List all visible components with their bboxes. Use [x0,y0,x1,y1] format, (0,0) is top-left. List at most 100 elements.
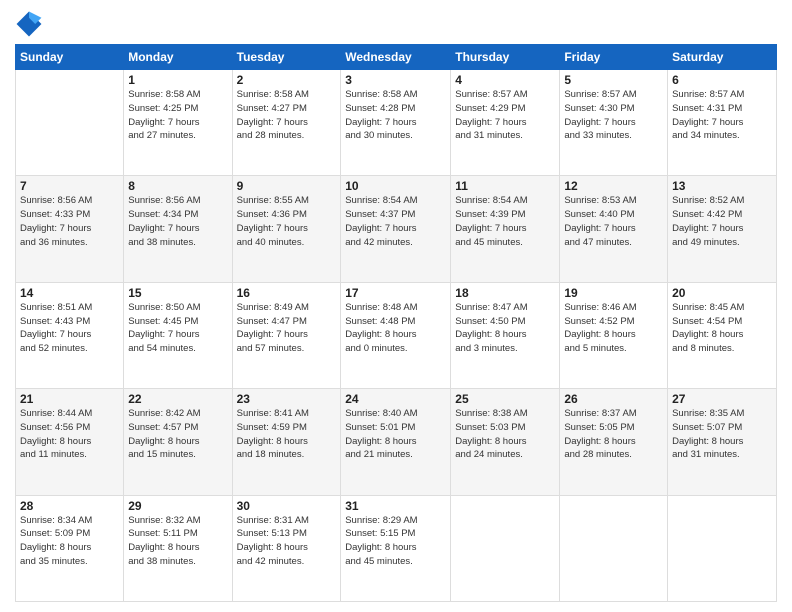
day-info: Sunrise: 8:42 AM Sunset: 4:57 PM Dayligh… [128,407,227,462]
calendar-cell: 14Sunrise: 8:51 AM Sunset: 4:43 PM Dayli… [16,282,124,388]
calendar-cell: 12Sunrise: 8:53 AM Sunset: 4:40 PM Dayli… [560,176,668,282]
calendar-cell: 7Sunrise: 8:56 AM Sunset: 4:33 PM Daylig… [16,176,124,282]
day-number: 10 [345,179,446,193]
day-number: 3 [345,73,446,87]
calendar-cell: 18Sunrise: 8:47 AM Sunset: 4:50 PM Dayli… [451,282,560,388]
day-info: Sunrise: 8:34 AM Sunset: 5:09 PM Dayligh… [20,514,119,569]
day-number: 1 [128,73,227,87]
calendar-week-row: 14Sunrise: 8:51 AM Sunset: 4:43 PM Dayli… [16,282,777,388]
page: SundayMondayTuesdayWednesdayThursdayFrid… [0,0,792,612]
calendar-cell: 6Sunrise: 8:57 AM Sunset: 4:31 PM Daylig… [668,70,777,176]
calendar-cell: 30Sunrise: 8:31 AM Sunset: 5:13 PM Dayli… [232,495,341,601]
day-number: 30 [237,499,337,513]
calendar-cell: 22Sunrise: 8:42 AM Sunset: 4:57 PM Dayli… [124,389,232,495]
logo-icon [15,10,43,38]
calendar-cell: 20Sunrise: 8:45 AM Sunset: 4:54 PM Dayli… [668,282,777,388]
calendar-cell [451,495,560,601]
calendar-cell: 11Sunrise: 8:54 AM Sunset: 4:39 PM Dayli… [451,176,560,282]
header [15,10,777,38]
calendar-cell: 9Sunrise: 8:55 AM Sunset: 4:36 PM Daylig… [232,176,341,282]
calendar-cell: 29Sunrise: 8:32 AM Sunset: 5:11 PM Dayli… [124,495,232,601]
day-info: Sunrise: 8:49 AM Sunset: 4:47 PM Dayligh… [237,301,337,356]
calendar-cell: 31Sunrise: 8:29 AM Sunset: 5:15 PM Dayli… [341,495,451,601]
day-number: 28 [20,499,119,513]
day-number: 2 [237,73,337,87]
calendar-cell: 13Sunrise: 8:52 AM Sunset: 4:42 PM Dayli… [668,176,777,282]
calendar-cell: 5Sunrise: 8:57 AM Sunset: 4:30 PM Daylig… [560,70,668,176]
day-info: Sunrise: 8:46 AM Sunset: 4:52 PM Dayligh… [564,301,663,356]
calendar-header-row: SundayMondayTuesdayWednesdayThursdayFrid… [16,45,777,70]
day-info: Sunrise: 8:50 AM Sunset: 4:45 PM Dayligh… [128,301,227,356]
day-number: 16 [237,286,337,300]
day-info: Sunrise: 8:58 AM Sunset: 4:25 PM Dayligh… [128,88,227,143]
day-number: 26 [564,392,663,406]
calendar-cell: 17Sunrise: 8:48 AM Sunset: 4:48 PM Dayli… [341,282,451,388]
calendar-week-row: 7Sunrise: 8:56 AM Sunset: 4:33 PM Daylig… [16,176,777,282]
day-info: Sunrise: 8:56 AM Sunset: 4:34 PM Dayligh… [128,194,227,249]
weekday-header-friday: Friday [560,45,668,70]
day-number: 20 [672,286,772,300]
day-info: Sunrise: 8:51 AM Sunset: 4:43 PM Dayligh… [20,301,119,356]
calendar-cell: 27Sunrise: 8:35 AM Sunset: 5:07 PM Dayli… [668,389,777,495]
calendar-cell: 3Sunrise: 8:58 AM Sunset: 4:28 PM Daylig… [341,70,451,176]
day-number: 17 [345,286,446,300]
day-number: 23 [237,392,337,406]
day-number: 24 [345,392,446,406]
day-info: Sunrise: 8:29 AM Sunset: 5:15 PM Dayligh… [345,514,446,569]
day-info: Sunrise: 8:35 AM Sunset: 5:07 PM Dayligh… [672,407,772,462]
weekday-header-tuesday: Tuesday [232,45,341,70]
day-number: 18 [455,286,555,300]
day-info: Sunrise: 8:45 AM Sunset: 4:54 PM Dayligh… [672,301,772,356]
day-number: 8 [128,179,227,193]
day-number: 29 [128,499,227,513]
calendar-cell: 1Sunrise: 8:58 AM Sunset: 4:25 PM Daylig… [124,70,232,176]
calendar-cell [560,495,668,601]
day-number: 27 [672,392,772,406]
day-info: Sunrise: 8:58 AM Sunset: 4:27 PM Dayligh… [237,88,337,143]
calendar-cell: 4Sunrise: 8:57 AM Sunset: 4:29 PM Daylig… [451,70,560,176]
weekday-header-monday: Monday [124,45,232,70]
day-info: Sunrise: 8:38 AM Sunset: 5:03 PM Dayligh… [455,407,555,462]
day-number: 19 [564,286,663,300]
calendar-cell: 24Sunrise: 8:40 AM Sunset: 5:01 PM Dayli… [341,389,451,495]
day-info: Sunrise: 8:41 AM Sunset: 4:59 PM Dayligh… [237,407,337,462]
day-number: 25 [455,392,555,406]
day-number: 31 [345,499,446,513]
calendar-cell: 10Sunrise: 8:54 AM Sunset: 4:37 PM Dayli… [341,176,451,282]
day-info: Sunrise: 8:37 AM Sunset: 5:05 PM Dayligh… [564,407,663,462]
calendar-cell [16,70,124,176]
day-info: Sunrise: 8:54 AM Sunset: 4:39 PM Dayligh… [455,194,555,249]
calendar-cell: 21Sunrise: 8:44 AM Sunset: 4:56 PM Dayli… [16,389,124,495]
day-number: 11 [455,179,555,193]
day-number: 4 [455,73,555,87]
calendar-cell: 19Sunrise: 8:46 AM Sunset: 4:52 PM Dayli… [560,282,668,388]
day-number: 21 [20,392,119,406]
day-info: Sunrise: 8:55 AM Sunset: 4:36 PM Dayligh… [237,194,337,249]
calendar-cell: 23Sunrise: 8:41 AM Sunset: 4:59 PM Dayli… [232,389,341,495]
day-number: 15 [128,286,227,300]
day-number: 14 [20,286,119,300]
day-info: Sunrise: 8:57 AM Sunset: 4:30 PM Dayligh… [564,88,663,143]
calendar-cell: 2Sunrise: 8:58 AM Sunset: 4:27 PM Daylig… [232,70,341,176]
calendar-cell: 8Sunrise: 8:56 AM Sunset: 4:34 PM Daylig… [124,176,232,282]
weekday-header-sunday: Sunday [16,45,124,70]
day-info: Sunrise: 8:57 AM Sunset: 4:29 PM Dayligh… [455,88,555,143]
day-info: Sunrise: 8:52 AM Sunset: 4:42 PM Dayligh… [672,194,772,249]
calendar-cell: 28Sunrise: 8:34 AM Sunset: 5:09 PM Dayli… [16,495,124,601]
weekday-header-saturday: Saturday [668,45,777,70]
day-info: Sunrise: 8:48 AM Sunset: 4:48 PM Dayligh… [345,301,446,356]
weekday-header-thursday: Thursday [451,45,560,70]
day-number: 5 [564,73,663,87]
day-info: Sunrise: 8:58 AM Sunset: 4:28 PM Dayligh… [345,88,446,143]
calendar-cell: 25Sunrise: 8:38 AM Sunset: 5:03 PM Dayli… [451,389,560,495]
calendar-table: SundayMondayTuesdayWednesdayThursdayFrid… [15,44,777,602]
day-info: Sunrise: 8:57 AM Sunset: 4:31 PM Dayligh… [672,88,772,143]
day-number: 13 [672,179,772,193]
day-info: Sunrise: 8:54 AM Sunset: 4:37 PM Dayligh… [345,194,446,249]
day-info: Sunrise: 8:31 AM Sunset: 5:13 PM Dayligh… [237,514,337,569]
day-info: Sunrise: 8:44 AM Sunset: 4:56 PM Dayligh… [20,407,119,462]
day-info: Sunrise: 8:40 AM Sunset: 5:01 PM Dayligh… [345,407,446,462]
weekday-header-wednesday: Wednesday [341,45,451,70]
day-number: 7 [20,179,119,193]
calendar-cell: 16Sunrise: 8:49 AM Sunset: 4:47 PM Dayli… [232,282,341,388]
